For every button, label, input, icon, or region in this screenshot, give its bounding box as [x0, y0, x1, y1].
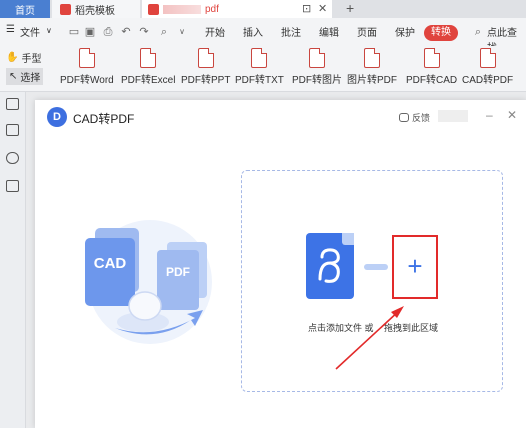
tool-label: 图片转PDF — [347, 75, 397, 86]
close-icon[interactable]: ✕ — [507, 108, 517, 122]
hamburger-icon[interactable]: ☰ — [6, 24, 15, 35]
image-to-pdf-icon — [364, 48, 380, 68]
cad-to-pdf-dialog: D CAD转PDF 反馈 – ✕ CAD PDF + 点击添加文件 或 拖拽到此… — [35, 100, 526, 428]
tool-label: PDF转PPT — [181, 75, 231, 86]
tool-pdf-to-txt[interactable]: PDF转TXT — [235, 48, 284, 86]
save-icon[interactable]: ▣ — [84, 26, 96, 38]
tool-pdf-to-ppt[interactable]: PDF转PPT — [181, 48, 230, 86]
tool-pdf-to-cad[interactable]: PDF转CAD — [406, 48, 457, 86]
menu-bar: ☰ 文件 ∨ ▭ ▣ ⎙ ↶ ↷ ⌕ ∨ 开始 插入 批注 编辑 页面 保护 转… — [0, 18, 526, 54]
menu-start[interactable]: 开始 — [205, 24, 225, 39]
hint-prefix: 点击添加文件 或 — [307, 323, 374, 333]
hand-icon: ✋ — [6, 52, 19, 63]
tool-pdf-to-word[interactable]: PDF转Word — [60, 48, 114, 86]
tab-template[interactable]: 稻壳模板 — [52, 0, 140, 18]
feedback-button[interactable]: 反馈 — [399, 111, 430, 124]
tab-home[interactable]: 首页 — [0, 0, 50, 18]
blurred-filename — [163, 4, 201, 14]
tool-label: PDF转Excel — [121, 75, 176, 86]
cad-front-page — [85, 238, 135, 306]
pdf-to-image-icon — [309, 48, 325, 68]
menu-convert[interactable]: 转换 — [424, 25, 458, 41]
file-drop-zone[interactable]: + 点击添加文件 或 拖拽到此区域 — [241, 170, 503, 392]
pdf-to-excel-icon — [140, 48, 157, 68]
pdf-to-txt-icon — [251, 48, 268, 68]
convert-toolbar: PDF转Word PDF转Excel PDF转PPT PDF转TXT PDF转图… — [0, 46, 526, 92]
pdf-icon — [148, 3, 159, 15]
tool-label: PDF转CAD — [406, 75, 458, 86]
pdf-text: PDF — [166, 265, 190, 279]
tab-template-label: 稻壳模板 — [75, 5, 115, 17]
blurred-user — [438, 110, 468, 122]
tool-label: CAD转PDF — [462, 75, 514, 86]
search-icon[interactable]: ⌕ — [472, 26, 484, 38]
minimize-icon[interactable]: – — [486, 108, 493, 122]
mascot-body — [128, 291, 162, 321]
dialog-title: CAD转PDF — [73, 112, 135, 126]
tag-icon[interactable] — [6, 152, 19, 164]
image-icon[interactable] — [6, 124, 19, 136]
cad-to-pdf-illustration: CAD PDF — [85, 220, 212, 344]
customize-chevron-icon[interactable]: ∨ — [176, 26, 188, 38]
cad-text: CAD — [94, 255, 127, 272]
close-tab-icon[interactable]: ✕ — [318, 2, 327, 15]
connector-bar — [364, 264, 388, 270]
tool-cad-to-pdf[interactable]: CAD转PDF — [462, 48, 513, 86]
add-file-button[interactable]: + — [392, 235, 438, 299]
tool-image-to-pdf[interactable]: 图片转PDF — [347, 48, 397, 86]
cursor-icon: ↖ — [9, 71, 18, 82]
pdf-front-page — [157, 250, 199, 310]
menu-insert[interactable]: 插入 — [243, 24, 263, 39]
left-sidebar — [0, 92, 26, 428]
pdf-to-ppt-icon — [197, 48, 214, 68]
pdf-to-cad-icon — [423, 48, 440, 68]
dialog-header: D CAD转PDF 反馈 – ✕ — [35, 100, 526, 134]
feedback-label: 反馈 — [412, 113, 431, 123]
cad-to-pdf-icon — [479, 48, 496, 68]
tool-label: PDF转TXT — [235, 75, 284, 86]
pdf-file-icon — [306, 233, 354, 299]
menu-protect[interactable]: 保护 — [395, 24, 415, 39]
app-logo-icon: D — [47, 107, 67, 127]
menu-edit[interactable]: 编辑 — [319, 24, 339, 39]
pdf-logo-icon — [318, 248, 340, 283]
undo-icon[interactable]: ↶ — [120, 26, 132, 38]
tab-home-label: 首页 — [15, 5, 35, 17]
thumbnails-icon[interactable] — [6, 98, 19, 110]
menu-comment[interactable]: 批注 — [281, 24, 301, 39]
tool-pdf-to-excel[interactable]: PDF转Excel — [121, 48, 175, 86]
hand-tool[interactable]: ✋ 手型 — [6, 50, 41, 65]
signature-icon[interactable] — [6, 180, 19, 192]
chat-icon — [399, 113, 409, 122]
hand-label: 手型 — [21, 54, 42, 65]
tab-pdf-label: pdf — [205, 3, 219, 15]
docer-icon — [60, 3, 71, 15]
tab-pin-icon[interactable]: ⊡ — [302, 2, 311, 15]
tool-label: PDF转Word — [60, 75, 114, 86]
tool-pdf-to-image[interactable]: PDF转图片 — [292, 48, 342, 86]
menu-file[interactable]: 文件 — [20, 24, 40, 39]
select-label: 选择 — [20, 73, 41, 84]
redo-icon[interactable]: ↷ — [138, 26, 150, 38]
pdf-to-word-icon — [78, 48, 95, 68]
select-tool[interactable]: ↖ 选择 — [6, 68, 44, 85]
format-icon[interactable]: ⌕ — [158, 26, 170, 38]
print-icon[interactable]: ⎙ — [102, 26, 114, 38]
open-folder-icon[interactable]: ▭ — [68, 26, 80, 38]
plus-icon: + — [407, 251, 423, 281]
tab-bar: 首页 稻壳模板 pdf ⊡ ✕ + — [0, 0, 526, 18]
hint-suffix: 拖拽到此区域 — [384, 323, 439, 333]
new-tab-icon[interactable]: + — [346, 0, 354, 16]
menu-page[interactable]: 页面 — [357, 24, 377, 39]
tool-label: PDF转图片 — [292, 75, 342, 86]
drop-hint: 点击添加文件 或 拖拽到此区域 — [242, 321, 504, 334]
chevron-down-icon[interactable]: ∨ — [46, 26, 52, 35]
